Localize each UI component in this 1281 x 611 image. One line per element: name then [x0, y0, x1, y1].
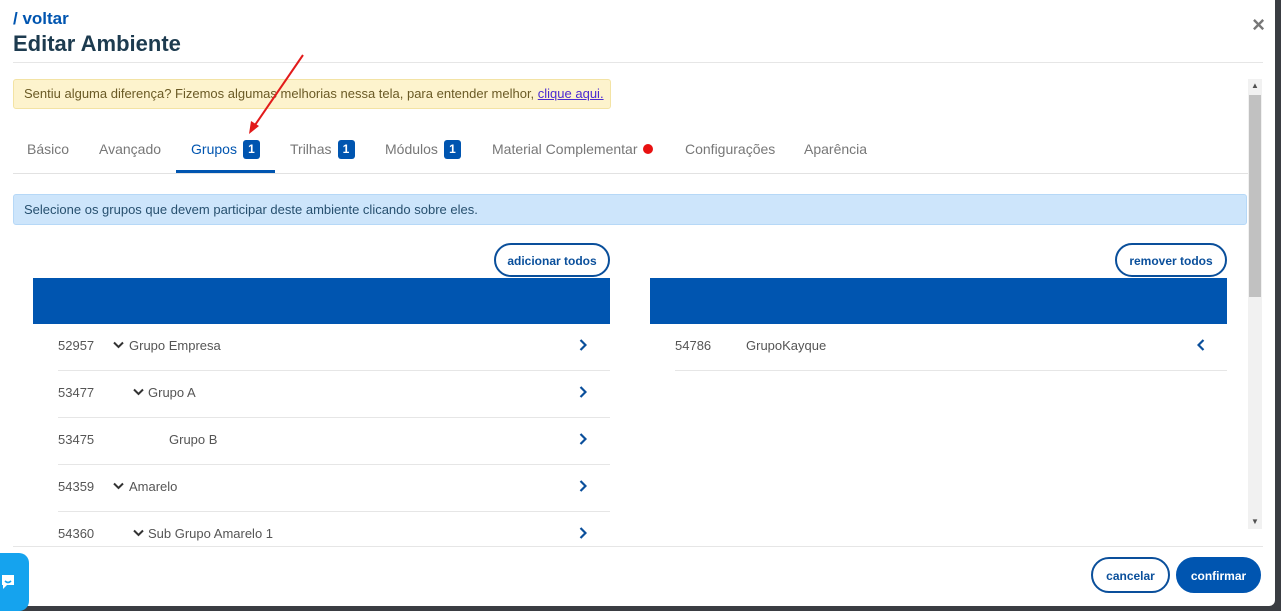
tab-label: Configurações — [685, 141, 776, 157]
tab-label: Aparência — [804, 141, 868, 157]
confirm-button[interactable]: confirmar — [1176, 557, 1261, 593]
group-id: 54360 — [58, 526, 95, 541]
scroll-down-icon[interactable]: ▼ — [1248, 515, 1262, 529]
group-id: 53477 — [58, 385, 95, 400]
vertical-scrollbar[interactable]: ▲ ▼ — [1248, 79, 1262, 529]
chevron-right-icon[interactable] — [579, 324, 588, 366]
tab-label: Material Complementar — [492, 141, 638, 157]
list-item[interactable]: 52957 Grupo Empresa — [58, 324, 610, 371]
group-name: Grupo Empresa — [129, 338, 221, 353]
footer-divider — [13, 546, 1263, 547]
chevron-right-icon[interactable] — [579, 512, 588, 546]
header-divider — [13, 62, 1263, 63]
available-groups-header — [33, 278, 610, 324]
list-item[interactable]: 53477 Grupo A — [58, 371, 610, 418]
group-name: Amarelo — [129, 479, 178, 494]
chevron-right-icon[interactable] — [579, 371, 588, 413]
chevron-left-icon[interactable] — [1196, 324, 1205, 366]
chevron-down-icon[interactable] — [113, 465, 124, 509]
back-link[interactable]: / voltar — [13, 9, 69, 29]
group-name: Sub Grupo Amarelo 1 — [148, 526, 274, 541]
chevron-right-icon[interactable] — [579, 465, 588, 507]
list-item[interactable]: 54786 GrupoKayque — [675, 324, 1227, 371]
page-title: Editar Ambiente — [13, 31, 181, 56]
tab-count-badge: 1 — [242, 139, 260, 159]
tab-trilhas[interactable]: Trilhas 1 — [290, 126, 355, 172]
group-id: 53475 — [58, 432, 95, 447]
chevron-down-icon[interactable] — [133, 371, 144, 415]
selected-groups-header — [650, 278, 1227, 324]
tab-modulos[interactable]: Módulos 1 — [385, 126, 461, 172]
chevron-down-icon[interactable] — [113, 324, 124, 368]
tab-bar: Básico Avançado Grupos 1 Trilhas 1 Módulos… — [13, 126, 1248, 174]
scrollbar-thumb[interactable] — [1249, 95, 1261, 297]
remove-all-button[interactable]: remover todos — [1115, 243, 1227, 277]
group-name: Grupo A — [148, 385, 196, 400]
chat-widget-button[interactable] — [0, 553, 29, 611]
selected-groups-list: 54786 GrupoKayque — [675, 324, 1227, 371]
notice-link[interactable]: clique aqui. — [538, 86, 604, 101]
chat-icon — [2, 575, 14, 589]
improvements-notice: Sentiu alguma diferença? Fizemos algumas… — [13, 79, 611, 109]
close-icon[interactable]: × — [1252, 14, 1265, 36]
chevron-down-icon[interactable] — [133, 512, 144, 546]
group-id: 52957 — [58, 338, 95, 353]
tab-basico[interactable]: Básico — [27, 126, 69, 172]
list-item[interactable]: 54360 Sub Grupo Amarelo 1 — [58, 512, 610, 546]
add-all-button[interactable]: adicionar todos — [494, 243, 610, 277]
tab-count-badge: 1 — [443, 139, 461, 159]
group-name: GrupoKayque — [746, 338, 827, 353]
tab-grupos[interactable]: Grupos 1 — [176, 126, 275, 173]
tab-configuracoes[interactable]: Configurações — [685, 126, 775, 172]
info-banner: Selecione os grupos que devem participar… — [13, 194, 1247, 225]
group-name: Grupo B — [169, 432, 218, 447]
edit-environment-modal: / voltar Editar Ambiente × Sentiu alguma… — [0, 0, 1275, 606]
notification-dot — [642, 144, 653, 155]
tab-label: Trilhas — [290, 141, 332, 157]
cancel-button[interactable]: cancelar — [1091, 557, 1170, 593]
tab-material-complementar[interactable]: Material Complementar — [492, 126, 653, 172]
tab-count-badge: 1 — [337, 139, 355, 159]
group-id: 54359 — [58, 479, 95, 494]
chevron-right-icon[interactable] — [579, 418, 588, 460]
list-item[interactable]: 53475 Grupo B — [58, 418, 610, 465]
notice-text: Sentiu alguma diferença? Fizemos algumas… — [24, 86, 538, 101]
group-id: 54786 — [675, 338, 712, 353]
scroll-up-icon[interactable]: ▲ — [1248, 79, 1262, 93]
tab-label: Módulos — [385, 141, 438, 157]
list-item[interactable]: 54359 Amarelo — [58, 465, 610, 512]
available-groups-list: 52957 Grupo Empresa 53477 Grupo A 53475 … — [58, 324, 610, 546]
tab-aparencia[interactable]: Aparência — [804, 126, 867, 172]
content-scroll-area: Sentiu alguma diferença? Fizemos algumas… — [0, 79, 1248, 546]
tab-label: Avançado — [99, 141, 162, 157]
tab-avancado[interactable]: Avançado — [99, 126, 161, 172]
tab-label: Básico — [27, 141, 70, 157]
tab-label: Grupos — [191, 141, 237, 157]
